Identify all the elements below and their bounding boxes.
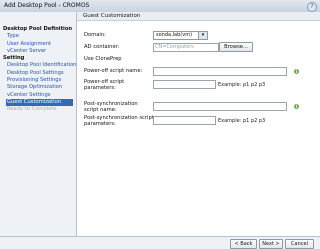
step-vcenter-server[interactable]: vCenter Server [3, 48, 76, 55]
step-storage-optimization[interactable]: Storage Optimization [3, 84, 76, 91]
power-off-script-params-label: Power-off script parameters: [84, 79, 125, 92]
cloneprep-label: Use ClonePrep [84, 56, 122, 62]
power-off-script-params-input[interactable] [153, 80, 216, 89]
info-icon: i [294, 104, 299, 109]
info-icon: i [294, 69, 299, 74]
next-button[interactable]: Next > [259, 239, 283, 249]
post-sync-script-params-label: Post-synchronization script parameters: [84, 115, 154, 128]
post-sync-script-params-input[interactable] [153, 116, 216, 125]
browse-button[interactable]: Browse... [219, 42, 253, 52]
section-header: Guest Customization [77, 12, 320, 21]
add-desktop-pool-dialog: Add Desktop Pool - CROMOS ? Desktop Pool… [0, 0, 320, 249]
domain-label: Domain: [84, 32, 106, 38]
post-sync-script-name-input[interactable] [153, 102, 287, 111]
step-ready-to-complete: Ready to Complete [7, 106, 57, 113]
power-off-script-name-label: Power-off script name: [84, 68, 143, 74]
step-guest-customization[interactable]: Guest Customization [6, 98, 73, 107]
power-off-example: Example: p1 p2 p3 [218, 82, 266, 88]
domain-value: sonda.lab(vm) [156, 32, 193, 38]
wizard-footer: < Back Next > Cancel [0, 236, 320, 249]
step-pool-identification[interactable]: Desktop Pool Identification [3, 62, 76, 69]
wizard-sidebar: Desktop Pool Definition Type User Assign… [0, 12, 77, 236]
help-icon[interactable]: ? [307, 2, 317, 12]
section-pool-definition: Desktop Pool Definition [3, 26, 73, 32]
wizard-content: Guest Customization Domain: sonda.lab(vm… [77, 12, 320, 236]
ad-container-input[interactable]: CN=Computers [153, 43, 219, 52]
step-user-assignment[interactable]: User Assignment [3, 41, 76, 48]
step-pool-settings[interactable]: Desktop Pool Settings [3, 70, 76, 77]
power-off-script-name-input[interactable] [153, 67, 287, 76]
section-setting: Setting [3, 55, 25, 62]
back-button[interactable]: < Back [230, 239, 257, 249]
ad-container-label: AD container: [84, 44, 120, 50]
window-title: Add Desktop Pool - CROMOS [4, 2, 90, 9]
cancel-button[interactable]: Cancel [285, 239, 314, 249]
domain-select[interactable]: sonda.lab(vm) ▾ [153, 31, 208, 40]
step-type[interactable]: Type [3, 33, 76, 40]
chevron-down-icon: ▾ [198, 32, 207, 39]
post-sync-example: Example: p1 p2 p3 [218, 118, 266, 124]
page-title: Guest Customization [83, 13, 141, 19]
step-provisioning-settings[interactable]: Provisioning Settings [3, 77, 76, 84]
wizard-steps: Desktop Pool Definition Type User Assign… [3, 26, 76, 114]
post-sync-script-name-label: Post-synchronization script name: [84, 101, 138, 114]
step-vcenter-settings[interactable]: vCenter Settings [3, 92, 76, 99]
